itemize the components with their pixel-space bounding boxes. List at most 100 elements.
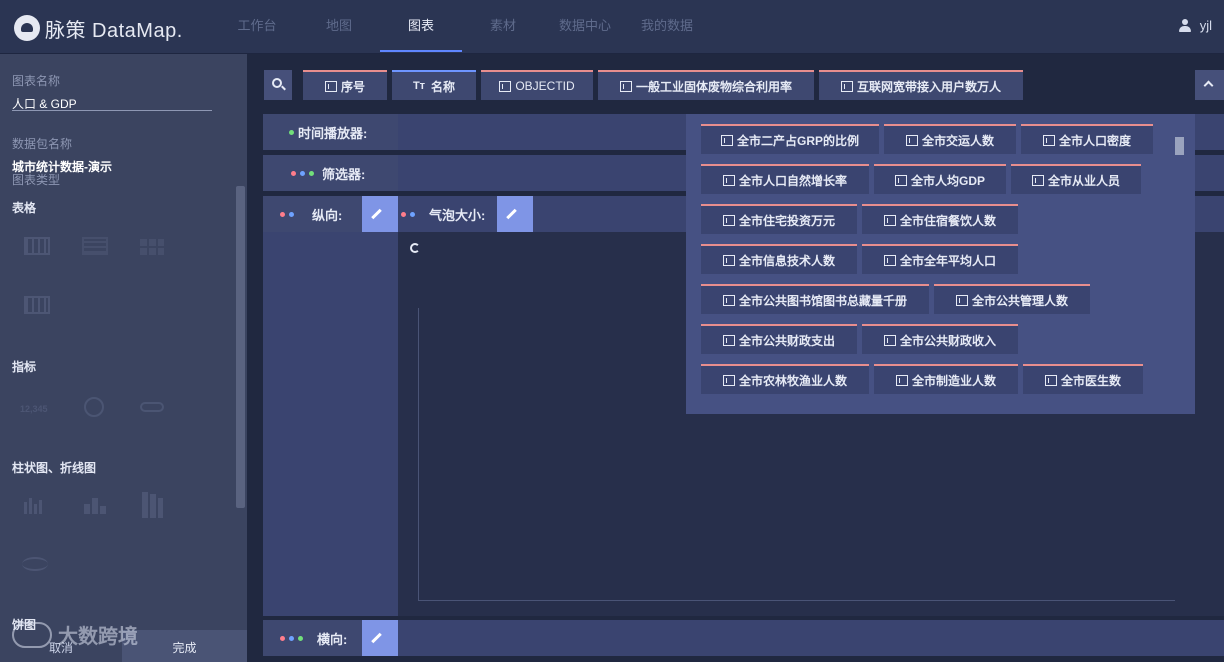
progress-icon[interactable] [140, 402, 164, 412]
dot-icon [298, 635, 303, 641]
collapse-fields-button[interactable] [1195, 70, 1224, 100]
table-striped-icon[interactable] [82, 237, 108, 255]
number-field-icon [720, 134, 733, 146]
number-field-icon [722, 174, 735, 186]
field-chip[interactable]: OBJECTID [481, 70, 593, 100]
dropdown-item-label: 全市全年平均人口 [899, 253, 996, 268]
watermark: 大数跨境 [12, 620, 138, 649]
watermark-text: 大数跨境 [58, 626, 138, 648]
field-chip-label: 一般工业固体废物综合利用率 [635, 79, 792, 94]
watermark-logo-icon [12, 621, 52, 648]
bubble-size-label: 气泡大小: [398, 196, 497, 232]
gauge-icon[interactable] [84, 397, 104, 417]
bubble-size-text: 气泡大小: [429, 207, 486, 223]
field-chip-label: OBJECTID [515, 79, 575, 93]
dropdown-item-label: 全市医生数 [1060, 373, 1121, 388]
dropdown-item[interactable]: 全市从业人员 [1011, 164, 1141, 194]
line-chart-icon[interactable] [22, 557, 48, 571]
dot-icon [289, 211, 294, 217]
dropdown-item[interactable]: 全市全年平均人口 [862, 244, 1018, 274]
search-icon-handle [281, 85, 286, 91]
section-indicator: 指标 [12, 360, 37, 374]
app-logo[interactable]: 脉策 DataMap. [14, 14, 183, 42]
table-chart-icon[interactable] [24, 237, 50, 255]
grouped-bar-icon[interactable] [82, 494, 106, 514]
dropdown-item[interactable]: 全市农林牧渔业人数 [701, 364, 869, 394]
dot-icon [300, 170, 305, 176]
chart-type-label: 图表类型 [12, 173, 61, 187]
done-button[interactable]: 完成 [122, 630, 247, 662]
dropdown-item[interactable]: 全市住宅投资万元 [701, 204, 857, 234]
edit-horizontal-button[interactable] [362, 620, 398, 656]
field-chip[interactable]: 序号 [303, 70, 387, 100]
dropdown-item-label: 全市人口自然增长率 [738, 173, 847, 188]
dropdown-item[interactable]: 全市二产占GRP的比例 [701, 124, 879, 154]
stacked-bar-icon[interactable] [140, 492, 164, 518]
number-field-icon [722, 374, 735, 386]
dropdown-item[interactable]: 全市公共图书馆图书总藏量千册 [701, 284, 929, 314]
field-chip[interactable]: Tт 名称 [392, 70, 476, 100]
dot-icon [289, 129, 294, 135]
refresh-icon[interactable] [410, 243, 420, 253]
edit-bubble-size-button[interactable] [497, 196, 533, 232]
dropdown-item[interactable]: 全市人均GDP [874, 164, 1006, 194]
dropdown-item-label: 全市交运人数 [921, 133, 994, 148]
dropdown-scrollbar[interactable] [1175, 137, 1184, 155]
dropdown-item[interactable]: 全市公共财政支出 [701, 324, 857, 354]
dropdown-item-label: 全市公共管理人数 [971, 293, 1068, 308]
number-field-icon [619, 80, 632, 92]
panel-scrollbar[interactable] [236, 186, 245, 508]
horizontal-text: 横向: [317, 631, 348, 647]
time-player-label: 时间播放器: [263, 114, 398, 150]
dropdown-item[interactable]: 全市信息技术人数 [701, 244, 857, 274]
pencil-icon [371, 208, 382, 220]
dropdown-item[interactable]: 全市公共财政收入 [862, 324, 1018, 354]
chevron-up-icon [1203, 80, 1214, 91]
dot-icon [289, 635, 294, 641]
dropdown-item-label: 全市人口密度 [1058, 133, 1131, 148]
logo-text: 脉策 DataMap. [45, 19, 183, 42]
edit-vertical-button[interactable] [362, 196, 398, 232]
filter-text: 筛选器: [322, 166, 366, 182]
user-name: yjl [1199, 18, 1212, 33]
number-field-icon [722, 214, 735, 226]
number-field-icon [722, 254, 735, 266]
dropdown-item[interactable]: 全市制造业人数 [874, 364, 1018, 394]
dropdown-item-label: 全市公共财政收入 [899, 333, 996, 348]
pivot-table-icon[interactable] [24, 296, 50, 314]
field-search-button[interactable] [264, 70, 292, 100]
number-field-icon [324, 80, 337, 92]
nav-tab-data-center[interactable]: 数据中心 [556, 0, 614, 52]
dropdown-item-label: 全市从业人员 [1047, 173, 1120, 188]
field-chip[interactable]: 互联网宽带接入用户数万人 [819, 70, 1023, 100]
time-player-text: 时间播放器: [298, 125, 368, 141]
field-chip[interactable]: 一般工业固体废物综合利用率 [598, 70, 814, 100]
number-field-icon [894, 174, 907, 186]
dropdown-item[interactable]: 全市公共管理人数 [934, 284, 1090, 314]
dropdown-item-label: 全市制造业人数 [911, 373, 996, 388]
dropdown-item[interactable]: 全市医生数 [1023, 364, 1143, 394]
number-field-icon [883, 334, 896, 346]
text-field-icon: Tт [412, 80, 426, 92]
dropdown-item[interactable]: 全市住宿餐饮人数 [862, 204, 1018, 234]
number-indicator-icon[interactable]: 12,345 [20, 404, 48, 414]
dropdown-item[interactable]: 全市交运人数 [884, 124, 1016, 154]
nav-tab-material[interactable]: 素材 [474, 0, 532, 52]
filter-label: 筛选器: [263, 155, 398, 191]
user-menu[interactable]: yjl [1178, 18, 1212, 33]
nav-tab-workbench[interactable]: 工作台 [228, 0, 286, 52]
nav-tab-map[interactable]: 地图 [310, 0, 368, 52]
bar-chart-icon[interactable] [22, 494, 46, 514]
pencil-icon [371, 632, 382, 644]
chart-y-axis [418, 308, 419, 601]
dropdown-item-label: 全市公共财政支出 [738, 333, 835, 348]
nav-tab-my-data[interactable]: 我的数据 [638, 0, 696, 52]
dropdown-item[interactable]: 全市人口自然增长率 [701, 164, 869, 194]
top-bar: 脉策 DataMap. 工作台 地图 图表 素材 数据中心 我的数据 yjl [0, 0, 1224, 54]
dropdown-item[interactable]: 全市人口密度 [1021, 124, 1153, 154]
grid-table-icon[interactable] [140, 239, 164, 255]
number-field-icon [722, 334, 735, 346]
horizontal-axis-row[interactable]: 横向: [263, 620, 1224, 656]
nav-tab-chart[interactable]: 图表 [380, 0, 462, 52]
dropdown-item-label: 全市住宿餐饮人数 [899, 213, 996, 228]
